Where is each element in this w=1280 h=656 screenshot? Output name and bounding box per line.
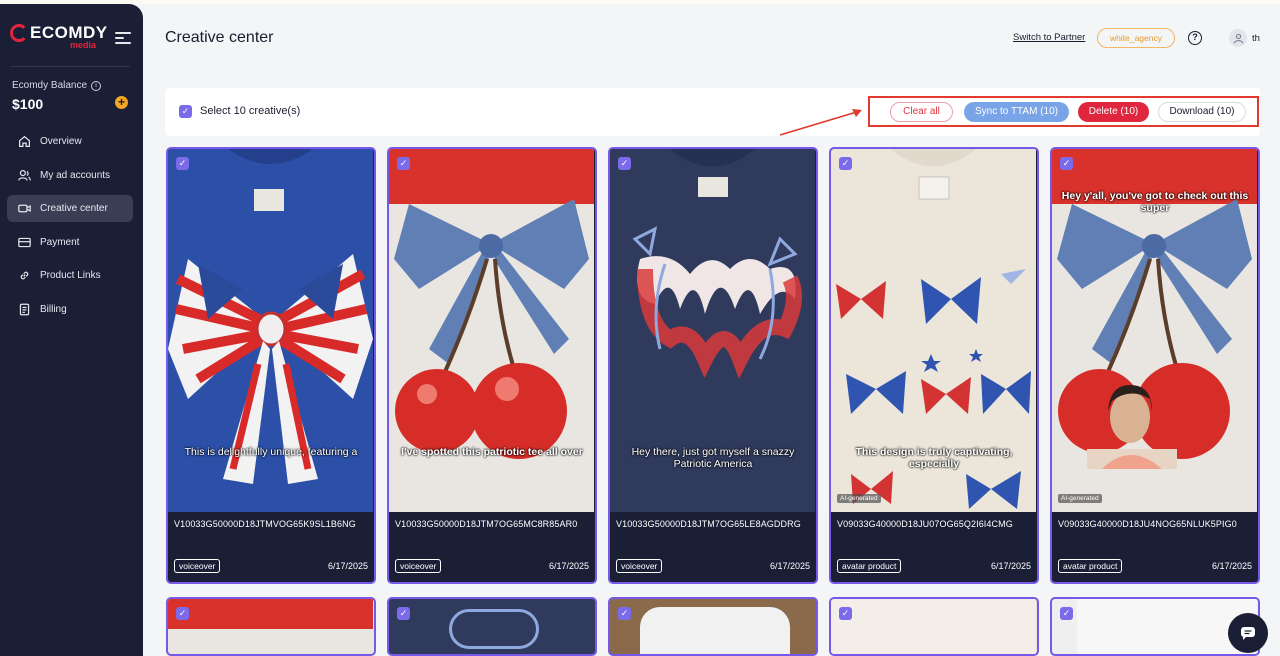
sidebar-item-label: My ad accounts — [40, 169, 111, 181]
balance-label: Ecomdy Balance i — [12, 80, 102, 91]
user-icon — [1233, 33, 1243, 43]
card-checkbox[interactable]: ✓ — [1060, 607, 1073, 620]
card-checkbox[interactable]: ✓ — [839, 157, 852, 170]
video-caption: Hey there, just got myself a snazzy Patr… — [631, 446, 795, 470]
creative-type-tag: voiceover — [616, 559, 663, 573]
card-checkbox[interactable]: ✓ — [839, 607, 852, 620]
creative-card[interactable]: ✓ — [387, 597, 597, 656]
sidebar-item-label: Creative center — [40, 203, 108, 214]
sidebar-item-label: Product Links — [40, 270, 101, 281]
video-caption: I've spotted this patriotic tee all over — [401, 446, 583, 458]
sync-ttam-button[interactable]: Sync to TTAM (10) — [964, 102, 1069, 122]
brand-name: ECOMDY — [30, 23, 108, 42]
card-checkbox[interactable]: ✓ — [397, 607, 410, 620]
creative-card[interactable]: ✓ — [829, 597, 1039, 656]
clear-all-button[interactable]: Clear all — [890, 102, 953, 122]
creative-date: 6/17/2025 — [769, 561, 810, 571]
creative-thumbnail[interactable] — [168, 599, 373, 629]
video-caption: This is delightfully unique, featuring a — [184, 446, 358, 458]
creative-card[interactable]: ✓ I've spotted this patriotic tee all ov… — [387, 147, 597, 584]
card-checkbox[interactable]: ✓ — [618, 607, 631, 620]
creative-card[interactable]: ✓ — [608, 597, 818, 656]
creative-id: V09033G40000D18JU07OG65Q2I6I4CMG — [837, 519, 1013, 529]
credit-card-icon — [17, 235, 31, 249]
info-icon[interactable]: i — [91, 80, 102, 91]
select-all-checkbox[interactable]: ✓ — [179, 105, 192, 118]
sidebar: ECOMDY media Ecomdy Balance i $100 + Ove… — [0, 4, 143, 656]
creative-id: V10033G50000D18JTMVOG65K9SL1B6NG — [174, 519, 356, 529]
add-balance-button[interactable]: + — [115, 96, 128, 109]
download-button[interactable]: Download (10) — [1158, 102, 1246, 122]
video-camera-icon — [17, 202, 31, 216]
creative-id: V10033G50000D18JTM7OG65LE8AGDDRG — [616, 519, 801, 529]
balance-label-text: Ecomdy Balance — [12, 80, 88, 91]
user-name[interactable]: th — [1252, 33, 1260, 44]
balance-value: $100 — [12, 96, 44, 112]
switch-partner-link[interactable]: Switch to Partner — [1013, 32, 1085, 43]
card-checkbox[interactable]: ✓ — [618, 157, 631, 170]
page-title: Creative center — [165, 29, 274, 46]
creative-card[interactable]: ✓ Hey there, just got myself a snazzy Pa… — [608, 147, 818, 584]
sidebar-item-label: Billing — [40, 303, 67, 315]
link-icon — [17, 269, 31, 283]
delete-button[interactable]: Delete (10) — [1078, 102, 1149, 122]
creative-date: 6/17/2025 — [990, 561, 1031, 571]
creative-thumbnail[interactable] — [640, 607, 790, 654]
sidebar-item-ad-accounts[interactable]: My ad accounts — [7, 162, 133, 189]
sidebar-nav: Overview My ad accounts Creative center … — [7, 128, 133, 329]
card-checkbox[interactable]: ✓ — [176, 607, 189, 620]
sidebar-item-label: Payment — [40, 236, 80, 248]
users-icon — [17, 168, 31, 182]
sidebar-item-creative-center[interactable]: Creative center — [7, 195, 133, 222]
creative-thumbnail[interactable] — [449, 609, 539, 649]
creative-card[interactable]: ✓ Hey y'all, you've got to check out thi… — [1050, 147, 1260, 584]
sidebar-item-product-links[interactable]: Product Links — [7, 262, 133, 289]
creative-type-tag: voiceover — [174, 559, 221, 573]
video-caption: This design is truly captivating, especi… — [855, 446, 1013, 470]
creative-type-tag: avatar product — [837, 559, 902, 573]
sidebar-item-overview[interactable]: Overview — [7, 128, 133, 155]
logo-mark-icon — [10, 24, 28, 42]
top-strip — [0, 0, 1280, 4]
avatar[interactable] — [1229, 29, 1247, 47]
sidebar-item-billing[interactable]: Billing — [7, 296, 133, 323]
home-icon — [17, 135, 31, 149]
creative-date: 6/17/2025 — [327, 561, 368, 571]
sidebar-item-payment[interactable]: Payment — [7, 229, 133, 256]
creative-type-tag: voiceover — [395, 559, 442, 573]
help-icon[interactable]: ? — [1188, 31, 1202, 45]
brand-sub: media — [70, 40, 97, 50]
chat-icon — [1241, 627, 1255, 640]
ai-generated-badge: AI-generated — [837, 494, 881, 503]
ai-generated-badge: AI-generated — [1058, 494, 1102, 503]
creative-card[interactable]: ✓ This is delightfully unique, featuring… — [166, 147, 376, 584]
agency-badge[interactable]: white_agency — [1097, 28, 1175, 48]
creative-card[interactable]: ✓ — [166, 597, 376, 656]
collapse-menu-icon[interactable] — [115, 32, 131, 46]
creative-thumbnail[interactable] — [831, 599, 1036, 654]
select-count-label: Select 10 creative(s) — [200, 105, 301, 117]
creative-id: V10033G50000D18JTM7OG65MC8R85AR0 — [395, 519, 578, 529]
video-caption: Hey y'all, you've got to check out this … — [1061, 190, 1249, 214]
creative-type-tag: avatar product — [1058, 559, 1123, 573]
sidebar-divider — [10, 66, 130, 67]
card-checkbox[interactable]: ✓ — [397, 157, 410, 170]
creative-card[interactable]: ✓ This design is truly captivating, espe… — [829, 147, 1039, 584]
card-checkbox[interactable]: ✓ — [176, 157, 189, 170]
creative-date: 6/17/2025 — [548, 561, 589, 571]
document-icon — [17, 302, 31, 316]
chat-support-button[interactable] — [1228, 613, 1268, 653]
card-checkbox[interactable]: ✓ — [1060, 157, 1073, 170]
creative-id: V09033G40000D18JU4NOG65NLUK5PIG0 — [1058, 519, 1237, 529]
annotation-arrow — [779, 109, 862, 136]
creative-date: 6/17/2025 — [1211, 561, 1252, 571]
sidebar-item-label: Overview — [40, 136, 82, 147]
